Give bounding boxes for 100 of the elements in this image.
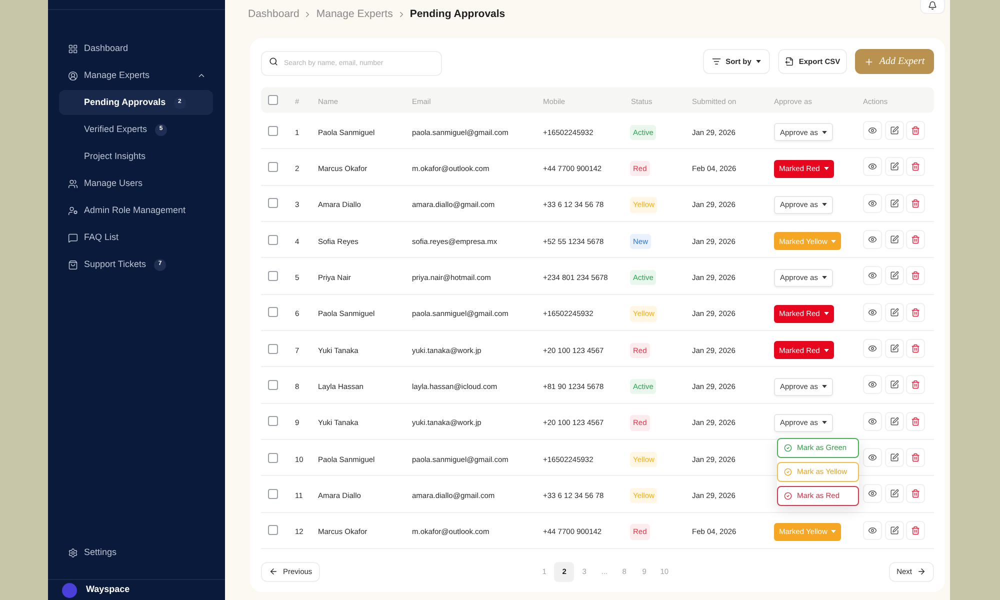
grid-icon	[68, 44, 78, 54]
delete-button[interactable]	[906, 157, 925, 176]
delete-button[interactable]	[906, 520, 925, 540]
view-button[interactable]	[863, 157, 882, 176]
eye-icon	[868, 453, 877, 462]
checkbox[interactable]	[268, 162, 278, 172]
view-button[interactable]	[863, 339, 882, 358]
eye-icon	[868, 344, 877, 354]
check-circle-icon	[784, 492, 792, 500]
pen-square-icon	[890, 126, 898, 136]
file-icon	[784, 57, 794, 66]
notification-button[interactable]	[920, 0, 945, 14]
delete-button[interactable]	[906, 302, 925, 322]
breadcrumb-current: Pending Approvals	[410, 7, 506, 22]
delete-button[interactable]	[906, 230, 925, 250]
edit-button[interactable]	[884, 448, 904, 468]
trash-icon	[911, 126, 920, 136]
edit-button[interactable]	[884, 484, 904, 504]
pen-square-icon	[890, 416, 898, 426]
view-button[interactable]	[863, 266, 882, 286]
sidebar-item[interactable]: Manage Experts	[59, 63, 213, 88]
delete-button[interactable]	[906, 412, 925, 431]
trash-icon	[911, 162, 920, 172]
checkbox[interactable]	[268, 344, 278, 354]
trash-icon	[911, 526, 920, 535]
delete-button[interactable]	[906, 448, 925, 468]
eye-icon	[868, 308, 877, 317]
trash-icon	[911, 416, 920, 426]
eye-icon	[868, 198, 877, 208]
view-button[interactable]	[863, 448, 882, 468]
view-button[interactable]	[863, 302, 882, 322]
view-button[interactable]	[863, 230, 882, 250]
view-button[interactable]	[863, 121, 882, 140]
view-button[interactable]	[863, 375, 882, 394]
pen-square-icon	[890, 526, 898, 535]
sidebar-item[interactable]: Dashboard	[59, 36, 213, 61]
edit-button[interactable]	[884, 121, 904, 140]
trash-icon	[911, 198, 920, 208]
eye-icon	[868, 126, 877, 136]
eye-icon	[868, 380, 877, 390]
delete-button[interactable]	[906, 484, 925, 504]
edit-button[interactable]	[884, 412, 904, 431]
view-button[interactable]	[863, 484, 882, 504]
edit-button[interactable]	[884, 520, 904, 540]
edit-button[interactable]	[884, 339, 904, 358]
checkbox[interactable]	[268, 307, 278, 318]
sidebar-item[interactable]: FAQ List	[59, 225, 213, 250]
edit-button[interactable]	[884, 194, 904, 213]
eye-icon	[868, 235, 877, 244]
bell-icon	[928, 0, 937, 10]
pen-square-icon	[890, 198, 898, 208]
eye-icon	[868, 162, 877, 172]
pen-square-icon	[890, 453, 898, 462]
sidebar-item[interactable]: Manage Users	[59, 171, 213, 196]
trash-icon	[911, 235, 920, 244]
sidebar-item[interactable]: Project Insights	[59, 144, 213, 169]
caret-icon	[824, 167, 829, 170]
trash-icon	[911, 489, 920, 498]
avatar	[62, 582, 77, 598]
arrow-left-icon	[269, 567, 278, 576]
pen-square-icon	[890, 380, 898, 390]
view-button[interactable]	[863, 412, 882, 431]
edit-button[interactable]	[884, 375, 904, 394]
arrow-right-icon	[917, 567, 926, 576]
edit-button[interactable]	[884, 266, 904, 286]
pen-square-icon	[890, 162, 898, 172]
checkbox[interactable]	[268, 488, 278, 499]
checkbox[interactable]	[268, 270, 278, 281]
view-button[interactable]	[863, 520, 882, 540]
settings-item[interactable]: Settings	[59, 540, 213, 565]
checkbox[interactable]	[268, 416, 278, 426]
users-icon	[68, 178, 78, 188]
caret-icon	[831, 240, 836, 243]
edit-button[interactable]	[884, 302, 904, 322]
filter-lines-icon	[712, 57, 721, 66]
sidebar-item[interactable]: Admin Role Management	[59, 198, 213, 223]
checkbox[interactable]	[268, 198, 278, 208]
caret-icon	[822, 203, 827, 206]
user-name: Wayspace	[86, 583, 130, 596]
view-button[interactable]	[863, 194, 882, 213]
eye-icon	[868, 416, 877, 426]
checkbox[interactable]	[268, 525, 278, 536]
checkbox[interactable]	[268, 452, 278, 463]
pen-square-icon	[890, 344, 898, 354]
checkbox[interactable]	[268, 234, 278, 245]
edit-button[interactable]	[884, 157, 904, 176]
pen-square-icon	[890, 489, 898, 498]
caret-icon	[831, 530, 836, 534]
delete-button[interactable]	[906, 266, 925, 286]
delete-button[interactable]	[906, 375, 925, 394]
trash-icon	[911, 344, 920, 354]
caret-icon	[822, 421, 827, 424]
pen-square-icon	[890, 308, 898, 317]
delete-button[interactable]	[906, 339, 925, 358]
checkbox[interactable]	[268, 126, 278, 136]
delete-button[interactable]	[906, 194, 925, 213]
checkbox[interactable]	[268, 380, 278, 390]
delete-button[interactable]	[906, 121, 925, 140]
checkbox[interactable]	[268, 95, 278, 105]
edit-button[interactable]	[884, 230, 904, 250]
